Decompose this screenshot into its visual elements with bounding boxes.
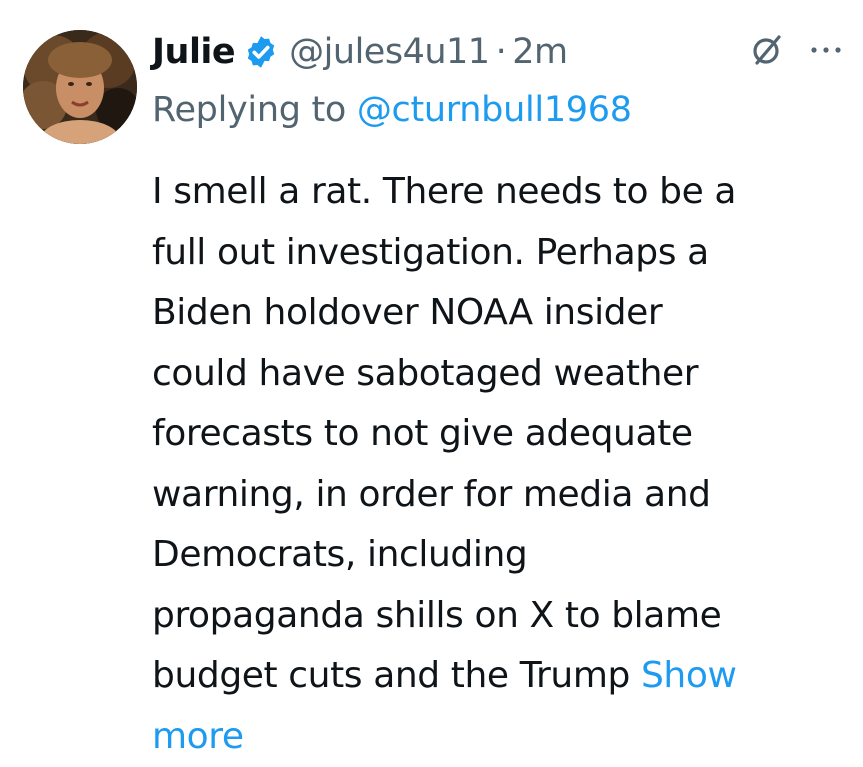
body-line: I smell a rat. There needs to be a [152,162,852,223]
body-line: Biden holdover NOAA insider [152,283,852,344]
avatar-image [23,30,137,144]
body-line-text: budget cuts and the Trump [152,655,630,696]
body-line: warning, in order for media and [152,465,852,526]
replying-to-line: Replying to @cturnbull1968 [152,90,632,130]
body-line: forecasts to not give adequate [152,404,852,465]
tweet-body: I smell a rat. There needs to be a full … [152,162,852,767]
grok-icon[interactable] [748,30,788,70]
replying-prefix: Replying to [152,90,346,130]
body-line: Democrats, including [152,525,852,586]
tweet-header: Julie @jules4u11 · 2m [152,22,568,82]
show-more-link[interactable]: Show [641,655,737,696]
verified-badge-icon [243,34,279,70]
body-line: full out investigation. Perhaps a [152,223,852,284]
avatar[interactable] [23,30,137,144]
timestamp[interactable]: 2m [512,32,567,72]
author-handle[interactable]: @jules4u11 [289,32,489,72]
show-more-link-cont[interactable]: more [152,716,244,757]
body-line-last: budget cuts and the Trump Show [152,646,852,707]
separator-dot: · [496,32,507,72]
more-options-icon[interactable] [806,40,846,60]
body-line: propaganda shills on X to blame [152,586,852,647]
author-name[interactable]: Julie [152,32,235,72]
body-line: could have sabotaged weather [152,344,852,405]
tweet: Julie @jules4u11 · 2m Replying to @cturn… [0,0,863,750]
replying-to-link[interactable]: @cturnbull1968 [357,90,632,130]
show-more-continuation: more [152,707,852,767]
